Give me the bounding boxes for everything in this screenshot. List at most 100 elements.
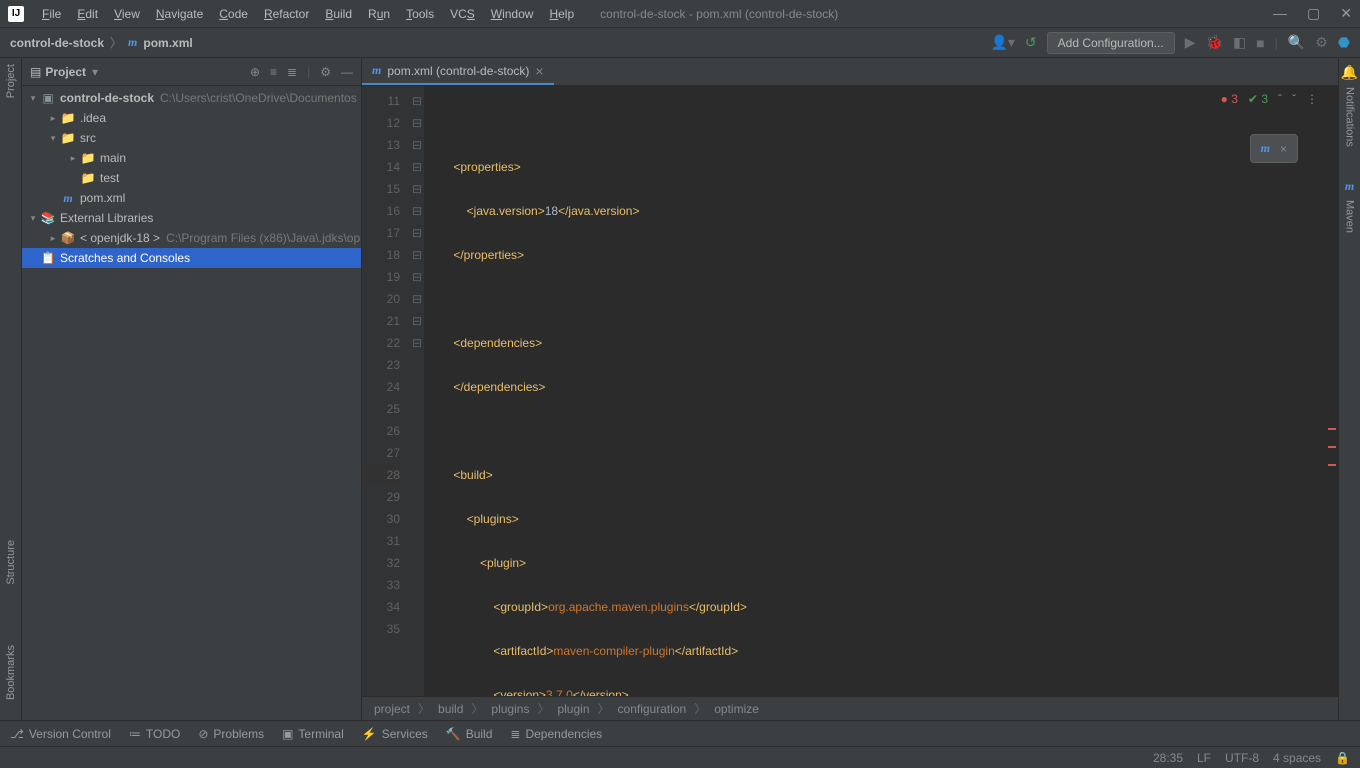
menu-window[interactable]: Window (485, 5, 540, 23)
menu-run[interactable]: Run (362, 5, 396, 23)
artifact-id-value: maven-compiler-plugin (553, 644, 674, 658)
editor-breadcrumbs[interactable]: project〉 build〉 plugins〉 plugin〉 configu… (362, 696, 1338, 720)
notifications-tool-button[interactable]: Notifications (1344, 87, 1356, 147)
menu-refactor[interactable]: Refactor (258, 5, 315, 23)
more-icon[interactable]: ⋮ (1306, 92, 1318, 106)
todo-button[interactable]: ≔ TODO (129, 727, 180, 741)
coverage-icon[interactable]: ◧ (1233, 34, 1246, 51)
problems-button[interactable]: ⊘ Problems (198, 727, 264, 741)
tree-main[interactable]: ▸📁 main (22, 148, 361, 168)
project-tree[interactable]: ▾▣ control-de-stock C:\Users\crist\OneDr… (22, 86, 361, 720)
locate-icon[interactable]: ⊕ (250, 65, 260, 79)
expand-icon[interactable]: ≡ (270, 65, 277, 79)
tab-close-icon[interactable]: × (535, 63, 543, 79)
crumb[interactable]: configuration (618, 702, 687, 716)
add-configuration-button[interactable]: Add Configuration... (1047, 32, 1175, 54)
crumb[interactable]: plugins (491, 702, 529, 716)
line-gutter[interactable]: 11 12 13 14 15 16 17 18 19 20 21 22 23 2… (362, 86, 410, 696)
user-icon[interactable]: 👤▾ (990, 34, 1014, 51)
maven-icon[interactable]: m (1345, 179, 1354, 194)
widget-close-icon[interactable]: × (1280, 142, 1287, 156)
panel-hide-icon[interactable]: — (341, 65, 353, 79)
caret-position[interactable]: 28:35 (1153, 751, 1183, 765)
maven-icon: m (1261, 141, 1270, 156)
close-icon[interactable]: ✕ (1340, 5, 1352, 22)
chevron-up-icon[interactable]: ˆ (1278, 92, 1282, 106)
stop-icon[interactable]: ■ (1256, 35, 1264, 51)
crumb[interactable]: plugin (557, 702, 589, 716)
collapse-icon[interactable]: ≣ (287, 65, 297, 79)
editor-body[interactable]: 11 12 13 14 15 16 17 18 19 20 21 22 23 2… (362, 86, 1338, 696)
project-tool-button[interactable]: Project (5, 64, 17, 98)
maven-file-icon: m (372, 63, 381, 78)
fold-gutter[interactable]: ⊟ ⊟ ⊟⊟ ⊟⊟⊟ ⊟ ⊟⊟⊟⊟ (410, 86, 424, 696)
maximize-icon[interactable]: ▢ (1307, 5, 1320, 22)
services-button[interactable]: ⚡ Services (362, 727, 428, 741)
tree-item-label: main (100, 151, 126, 165)
search-icon[interactable]: 🔍 (1288, 34, 1305, 51)
lock-icon[interactable]: 🔒 (1335, 751, 1350, 765)
line-num: 19 (362, 266, 400, 288)
tree-jdk[interactable]: ▸📦 < openjdk-18 > C:\Program Files (x86)… (22, 228, 361, 248)
menu-vcs[interactable]: VCS (444, 5, 481, 23)
bell-icon[interactable]: 🔔 (1341, 64, 1358, 81)
menu-edit[interactable]: Edit (71, 5, 104, 23)
chevron-down-icon[interactable]: ˇ (1292, 92, 1296, 106)
dependencies-button[interactable]: ≣ Dependencies (510, 727, 602, 741)
maven-tool-button[interactable]: Maven (1344, 200, 1356, 233)
maven-file-icon: m (128, 35, 137, 50)
crumb[interactable]: build (438, 702, 463, 716)
panel-settings-icon[interactable]: ⚙ (320, 65, 331, 79)
crumb[interactable]: optimize (714, 702, 759, 716)
java-version-value: 18 (545, 204, 558, 218)
menu-help[interactable]: Help (543, 5, 580, 23)
menu-file[interactable]: File (36, 5, 67, 23)
breadcrumb-project[interactable]: control-de-stock (10, 36, 104, 50)
menu-code[interactable]: Code (213, 5, 254, 23)
breadcrumb-file[interactable]: pom.xml (143, 36, 192, 50)
menu-build[interactable]: Build (319, 5, 358, 23)
tree-external-libs[interactable]: ▾📚 External Libraries (22, 208, 361, 228)
minimize-icon[interactable]: — (1273, 5, 1287, 22)
tree-item-label: src (80, 131, 96, 145)
shield-icon[interactable]: ⬣ (1338, 34, 1350, 51)
menu-view[interactable]: View (108, 5, 146, 23)
line-num: 20 (362, 288, 400, 310)
code-content[interactable]: <properties> <java.version>18</java.vers… (424, 86, 1338, 696)
line-separator[interactable]: LF (1197, 751, 1211, 765)
left-tool-strip: Project Structure Bookmarks (0, 58, 22, 720)
file-encoding[interactable]: UTF-8 (1225, 751, 1259, 765)
project-panel-title[interactable]: Project (45, 65, 86, 79)
maven-reload-widget[interactable]: m × (1250, 134, 1298, 163)
build-button[interactable]: 🔨 Build (446, 727, 493, 741)
terminal-button[interactable]: ▣ Terminal (282, 727, 344, 741)
debug-icon[interactable]: 🐞 (1206, 34, 1223, 51)
run-icon[interactable]: ▶ (1185, 34, 1196, 51)
bookmarks-tool-button[interactable]: Bookmarks (5, 645, 17, 700)
version-control-button[interactable]: ⎇ Version Control (10, 727, 111, 741)
error-icon[interactable]: ● 3 (1221, 92, 1238, 106)
tree-root-path: C:\Users\crist\OneDrive\Documentos (160, 91, 357, 105)
tree-item-label: < openjdk-18 > (80, 231, 160, 245)
tree-src[interactable]: ▾📁 src (22, 128, 361, 148)
crumb[interactable]: project (374, 702, 410, 716)
warning-icon[interactable]: ✔ 3 (1248, 92, 1268, 106)
structure-tool-button[interactable]: Structure (5, 540, 17, 585)
tree-root[interactable]: ▾▣ control-de-stock C:\Users\crist\OneDr… (22, 88, 361, 108)
settings-icon[interactable]: ⚙ (1315, 34, 1328, 51)
menu-tools[interactable]: Tools (400, 5, 440, 23)
indent-setting[interactable]: 4 spaces (1273, 751, 1321, 765)
breadcrumb[interactable]: control-de-stock 〉 m pom.xml (10, 34, 193, 51)
right-tool-strip: 🔔 Notifications m Maven (1338, 58, 1360, 720)
inspection-widget[interactable]: ● 3 ✔ 3 ˆ ˇ ⋮ (1221, 92, 1318, 106)
menu-navigate[interactable]: Navigate (150, 5, 209, 23)
error-stripe[interactable] (1326, 86, 1336, 696)
tree-scratches[interactable]: ▸📋 Scratches and Consoles (22, 248, 361, 268)
tree-idea[interactable]: ▸📁 .idea (22, 108, 361, 128)
tree-pom[interactable]: ▸m pom.xml (22, 188, 361, 208)
sync-icon[interactable]: ↺ (1025, 34, 1037, 51)
chevron-down-icon[interactable]: ▾ (92, 65, 98, 79)
tab-pom[interactable]: m pom.xml (control-de-stock) × (362, 58, 554, 85)
tree-test[interactable]: ▸📁 test (22, 168, 361, 188)
window-controls: — ▢ ✕ (1273, 5, 1352, 22)
